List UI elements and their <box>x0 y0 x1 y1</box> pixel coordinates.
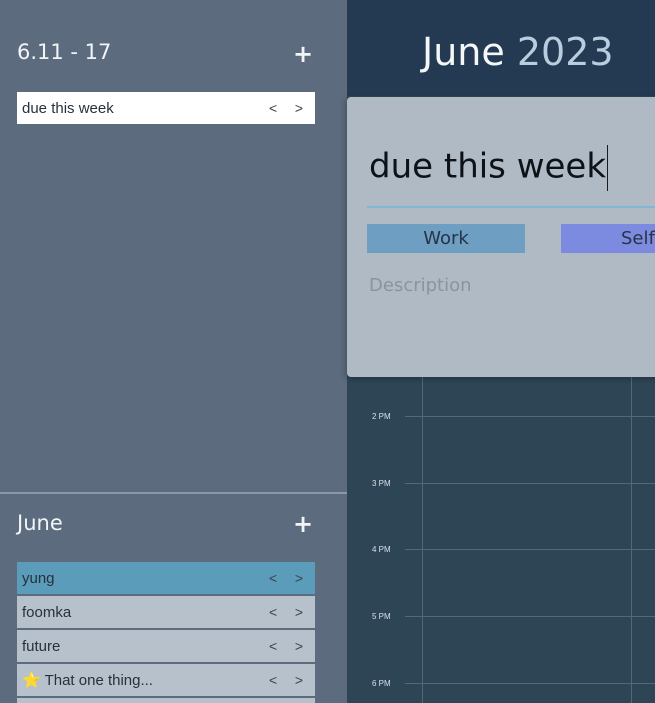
tag-work-button[interactable]: Work <box>367 224 525 253</box>
month-name: June <box>422 30 505 74</box>
hour-label: 2 PM <box>372 412 391 421</box>
add-month-item-button[interactable]: + <box>293 512 313 536</box>
grid-line <box>405 549 655 550</box>
grid-line <box>405 483 655 484</box>
event-title-text: due this week <box>369 146 607 187</box>
chevron-right-icon[interactable]: > <box>295 638 303 654</box>
chevron-left-icon[interactable]: < <box>269 638 277 654</box>
hour-label: 3 PM <box>372 479 391 488</box>
calendar-header: June 2023 <box>347 0 655 96</box>
section-divider <box>0 492 347 494</box>
list-item-label: foomka <box>22 603 72 621</box>
list-item[interactable]: yung < > <box>17 562 315 594</box>
chevron-right-icon[interactable]: > <box>295 570 303 586</box>
sidebar: 6.11 - 17 + due this week < > June + yun… <box>0 0 347 703</box>
chevron-right-icon[interactable]: > <box>295 604 303 620</box>
list-item[interactable] <box>17 698 315 703</box>
list-item[interactable]: ⭐ That one thing... < > <box>17 664 315 696</box>
list-item-label: due this week <box>22 99 114 117</box>
year-label: 2023 <box>516 30 614 74</box>
add-week-item-button[interactable]: + <box>293 42 313 66</box>
event-editor-popup: due this week Work Self Description <box>347 97 655 377</box>
grid-line <box>422 376 423 703</box>
list-item-label: yung <box>22 569 55 587</box>
text-caret <box>607 145 609 191</box>
week-section-title: 6.11 - 17 <box>17 40 112 64</box>
description-field[interactable]: Description <box>369 275 472 296</box>
grid-line <box>405 683 655 684</box>
list-item[interactable]: foomka < > <box>17 596 315 628</box>
list-item[interactable]: due this week < > <box>17 92 315 124</box>
chevron-right-icon[interactable]: > <box>295 100 303 116</box>
event-title-input[interactable]: due this week <box>369 145 609 191</box>
hour-label: 6 PM <box>372 679 391 688</box>
hour-label: 4 PM <box>372 545 391 554</box>
chevron-left-icon[interactable]: < <box>269 672 277 688</box>
chevron-right-icon[interactable]: > <box>295 672 303 688</box>
hour-label: 5 PM <box>372 612 391 621</box>
chevron-left-icon[interactable]: < <box>269 604 277 620</box>
list-item-label: ⭐ That one thing... <box>22 672 153 689</box>
tag-self-button[interactable]: Self <box>561 224 655 253</box>
grid-line <box>405 416 655 417</box>
chevron-left-icon[interactable]: < <box>269 100 277 116</box>
list-item[interactable]: future < > <box>17 630 315 662</box>
month-title: June 2023 <box>422 30 614 74</box>
title-underline <box>367 206 655 208</box>
month-section-title: June <box>17 511 63 535</box>
grid-line <box>405 616 655 617</box>
chevron-left-icon[interactable]: < <box>269 570 277 586</box>
list-item-label: future <box>22 637 61 655</box>
grid-line <box>631 376 632 703</box>
